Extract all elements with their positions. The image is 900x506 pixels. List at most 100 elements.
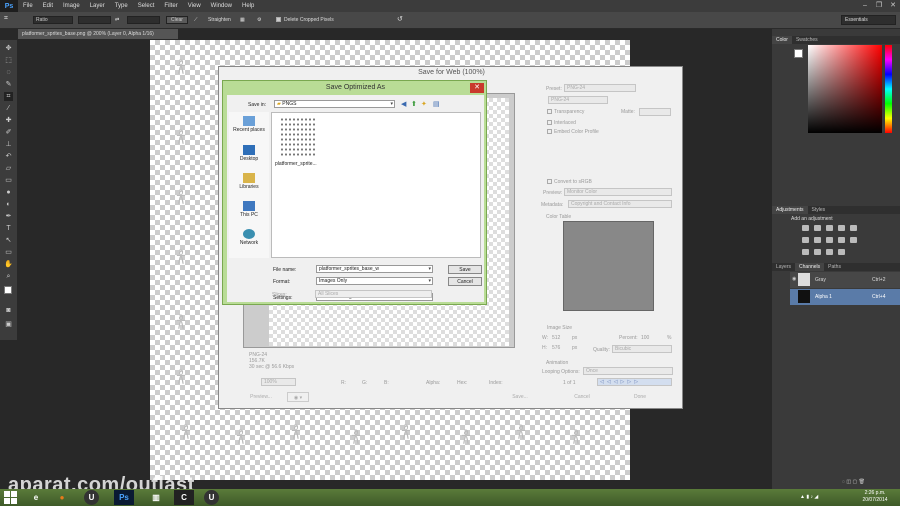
unreal-icon[interactable]: U: [84, 490, 99, 505]
minimize-button[interactable]: –: [858, 0, 872, 12]
width-input[interactable]: [78, 16, 111, 24]
quality-select[interactable]: Bicubic: [612, 345, 672, 353]
app-icon[interactable]: ▥: [146, 490, 166, 505]
file-name-input[interactable]: platformer_sprites_base_w ▾: [316, 265, 433, 273]
browser-select[interactable]: ◉ ▾: [287, 392, 309, 402]
crop-tool-icon[interactable]: ⌗: [4, 15, 8, 23]
invert-icon[interactable]: [802, 249, 809, 255]
workspace-select[interactable]: Essentials: [841, 15, 896, 25]
color-table[interactable]: [563, 221, 654, 311]
new-folder-icon[interactable]: ✦: [421, 100, 427, 108]
file-thumbnail[interactable]: [280, 117, 316, 157]
tab-styles[interactable]: Styles: [808, 206, 830, 214]
file-item-label[interactable]: platformer_sprite...: [275, 161, 317, 167]
place-network[interactable]: Network: [229, 229, 269, 246]
place-desktop[interactable]: Desktop: [229, 145, 269, 162]
overlay-icon[interactable]: ▦: [240, 17, 245, 23]
eraser-tool-icon[interactable]: ▱: [4, 164, 13, 173]
tab-paths[interactable]: Paths: [824, 263, 845, 271]
save-in-select[interactable]: ▰ PNGS ▾: [274, 100, 395, 108]
back-icon[interactable]: ◀: [401, 100, 406, 108]
straighten-label[interactable]: Straighten: [208, 17, 231, 23]
embed-color-checkbox[interactable]: [547, 129, 552, 134]
foreground-color-swatch[interactable]: [4, 286, 12, 294]
unreal-editor-icon[interactable]: U: [204, 490, 219, 505]
gradient-tool-icon[interactable]: ▭: [4, 176, 13, 185]
tab-layers[interactable]: Layers: [772, 263, 795, 271]
maximize-button[interactable]: ❐: [872, 0, 886, 12]
reset-icon[interactable]: ↺: [397, 15, 403, 23]
blur-tool-icon[interactable]: ●: [4, 188, 13, 197]
menu-type[interactable]: Type: [110, 3, 133, 9]
delete-cropped-checkbox[interactable]: [276, 17, 281, 22]
menu-edit[interactable]: Edit: [38, 3, 58, 9]
menu-view[interactable]: View: [183, 3, 206, 9]
save-button[interactable]: Save: [448, 265, 482, 274]
curves-icon[interactable]: [826, 225, 833, 231]
channel-footer-icons[interactable]: ◌ ◫ ▢ 🗑: [842, 479, 865, 485]
file-list[interactable]: platformer_sprite...: [271, 112, 481, 258]
exposure-icon[interactable]: [838, 225, 845, 231]
vibrance-icon[interactable]: [850, 225, 857, 231]
firefox-icon[interactable]: ●: [52, 490, 72, 505]
swap-icon[interactable]: ⇄: [115, 17, 119, 23]
menu-filter[interactable]: Filter: [159, 3, 182, 9]
crop-tool-icon[interactable]: ⌗: [4, 92, 13, 101]
tab-swatches[interactable]: Swatches: [792, 36, 822, 44]
eyedropper-tool-icon[interactable]: ⁄: [4, 104, 13, 113]
slices-select[interactable]: All Slices: [315, 290, 432, 298]
menu-help[interactable]: Help: [237, 3, 259, 9]
color-field[interactable]: [808, 45, 882, 133]
close-button[interactable]: ✕: [886, 0, 900, 12]
format-select[interactable]: PNG-24: [548, 96, 608, 104]
zoom-select[interactable]: 100%: [261, 378, 296, 386]
hue-sat-icon[interactable]: [802, 237, 809, 243]
channel-row-alpha[interactable]: Alpha 1 Ctrl+4: [790, 289, 900, 305]
lasso-tool-icon[interactable]: ◌: [4, 68, 13, 77]
channel-row-gray[interactable]: ◉ Gray Ctrl+2: [790, 272, 900, 288]
straighten-icon[interactable]: ⟋: [194, 17, 198, 23]
foreground-swatch[interactable]: [794, 49, 803, 58]
quick-select-tool-icon[interactable]: ✎: [4, 80, 13, 89]
preview-select[interactable]: Monitor Color: [564, 188, 672, 196]
preset-select[interactable]: PNG-24: [564, 84, 636, 92]
photo-filter-icon[interactable]: [838, 237, 845, 243]
channel-mixer-icon[interactable]: [850, 237, 857, 243]
windows-start-icon[interactable]: [4, 491, 18, 504]
percent-value[interactable]: 100: [641, 335, 649, 341]
done-button[interactable]: Done: [615, 392, 665, 402]
levels-icon[interactable]: [814, 225, 821, 231]
pen-tool-icon[interactable]: ✒: [4, 212, 13, 221]
tab-channels[interactable]: Channels: [795, 263, 825, 271]
bw-icon[interactable]: [826, 237, 833, 243]
menu-image[interactable]: Image: [58, 3, 85, 9]
stamp-tool-icon[interactable]: ⊥: [4, 140, 13, 149]
clear-button[interactable]: Clear: [166, 16, 188, 24]
menu-file[interactable]: File: [18, 3, 38, 9]
photoshop-taskbar-icon[interactable]: Ps: [114, 490, 134, 505]
hue-slider[interactable]: [885, 45, 892, 133]
view-menu-icon[interactable]: ▤: [433, 100, 440, 108]
gradient-map-icon[interactable]: [838, 249, 845, 255]
preview-button[interactable]: Preview...: [245, 392, 277, 402]
metadata-select[interactable]: Copyright and Contact Info: [568, 200, 672, 208]
place-recent[interactable]: Recent places: [229, 116, 269, 133]
tab-color[interactable]: Color: [772, 36, 792, 44]
save-sfw-button[interactable]: Save...: [495, 392, 545, 402]
zoom-tool-icon[interactable]: ⌕: [4, 272, 13, 281]
place-libraries[interactable]: Libraries: [229, 173, 269, 190]
looping-select[interactable]: Once: [583, 367, 673, 375]
up-folder-icon[interactable]: ⬆: [411, 100, 417, 108]
healing-tool-icon[interactable]: ✚: [4, 116, 13, 125]
convert-srgb-checkbox[interactable]: [547, 179, 552, 184]
matte-select[interactable]: [639, 108, 671, 116]
tray-icons[interactable]: ▲ ▮ ♪ ◢: [800, 494, 818, 500]
interlaced-checkbox[interactable]: [547, 120, 552, 125]
gear-icon[interactable]: ⚙: [257, 17, 261, 23]
brightness-icon[interactable]: [802, 225, 809, 231]
menu-window[interactable]: Window: [206, 3, 237, 9]
marquee-tool-icon[interactable]: ⬚: [4, 56, 13, 65]
screen-mode-icon[interactable]: ▣: [4, 320, 13, 329]
color-balance-icon[interactable]: [814, 237, 821, 243]
threshold-icon[interactable]: [826, 249, 833, 255]
